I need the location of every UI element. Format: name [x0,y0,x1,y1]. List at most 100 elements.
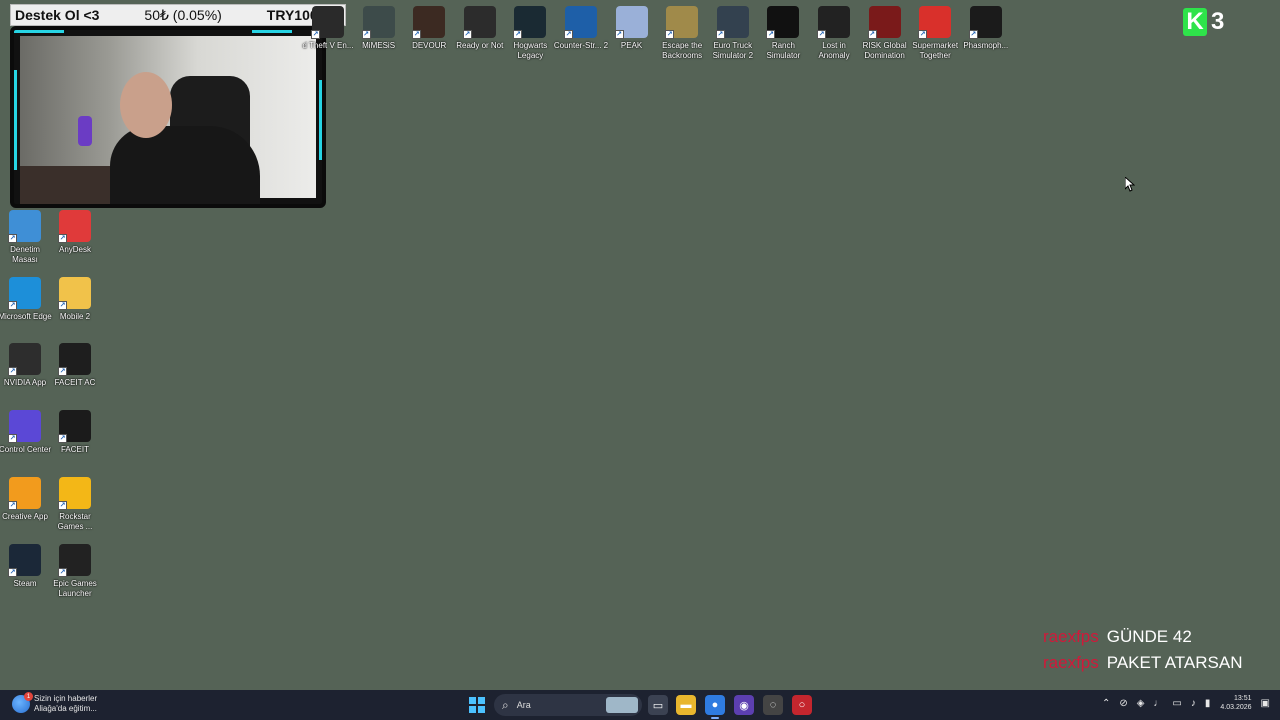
channel-logo: K 3 [1183,8,1224,36]
taskbar: 1 Sizin için haberler Aliağa'da eğitim..… [0,690,1280,720]
desktop-shortcut[interactable]: ↗ Counter-Str... 2 [554,6,608,51]
desktop-shortcut[interactable]: ↗ FACEIT AC [50,343,100,388]
desktop-shortcut-label: Hogwarts Legacy [513,41,548,60]
shortcut-arrow-icon: ↗ [311,30,320,39]
desktop-shortcut-label: NVIDIA App [3,378,47,388]
volume-icon[interactable]: ♪ [1191,698,1196,709]
desktop-shortcut[interactable]: ↗ MiMESiS [354,6,404,51]
discord-icon[interactable]: ◉ [734,695,754,715]
shortcut-arrow-icon: ↗ [715,30,725,39]
desktop-shortcut-label: Phasmoph... [963,41,1009,50]
news-subtitle: Aliağa'da eğitim... [34,704,97,713]
network-icon[interactable]: ⊘ [1119,698,1127,709]
webcam-feed [20,36,316,204]
desktop-shortcut[interactable]: ↗ Epic Games Launcher [50,543,100,599]
clock[interactable]: 13:51 4.03.2026 [1220,694,1251,712]
shortcut-arrow-icon: ↗ [361,30,371,39]
shortcut-arrow-icon: ↗ [58,300,67,310]
desktop-shortcut-label: d Theft V En... [302,41,354,50]
desktop-shortcut[interactable]: ↗ Microsoft Edge [0,276,52,322]
shortcut-arrow-icon: ↗ [8,500,17,510]
desktop-shortcut-label: Rockstar Games ... [57,511,93,531]
donation-progress-text: 50₺ (0.05%) [144,6,222,23]
desktop-shortcut[interactable]: ↗ Phasmoph... [961,6,1011,51]
shortcut-arrow-icon: ↗ [8,434,17,444]
shortcut-arrow-icon: ↗ [867,30,877,39]
desktop-shortcut[interactable]: ↗ FACEIT [50,410,100,455]
desktop-shortcut[interactable]: ↗ d Theft V En... [302,6,354,51]
shortcut-arrow-icon: ↗ [58,567,67,577]
desktop-shortcut-label: Escape the Backrooms [662,41,703,60]
desktop-shortcut-label: Supermarket Together [912,41,959,60]
taskbar-search[interactable]: ⌕ Ara [494,694,642,716]
logo-letter: K [1183,8,1207,36]
chrome-icon[interactable]: ● [705,695,725,719]
desktop-shortcut[interactable]: ↗ Control Center [0,410,52,455]
desktop-shortcut[interactable]: ↗ Ready or Not [455,6,505,51]
battery-icon[interactable]: ▮ [1205,698,1211,709]
desktop-shortcut[interactable]: ↗ AnyDesk [50,210,100,255]
notifications-icon[interactable]: ▣ [1261,698,1270,709]
desktop-shortcut-label: Epic Games Launcher [53,578,97,598]
notification-badge: 1 [24,692,33,701]
creative-app-icon: ↗ [8,476,41,510]
clock-time: 13:51 [1234,695,1252,702]
desktop-shortcut-label: Ranch Simulator [766,41,801,60]
desktop-shortcut[interactable]: ↗ PEAK [607,6,657,51]
desktop-shortcut[interactable]: ↗ DEVOUR [404,6,454,51]
search-placeholder: Ara [516,700,531,710]
counter-strike-icon: ↗ [564,6,597,39]
task-view-icon[interactable]: ▭ [648,695,668,715]
display-icon[interactable]: ▭ [1172,698,1181,709]
shortcut-arrow-icon: ↗ [8,367,17,377]
desktop-shortcut[interactable]: ↗ Euro Truck Simulator 2 [708,6,758,61]
desktop-shortcut[interactable]: ↗ Rockstar Games ... [50,476,100,532]
system-tray: ⌃ ⊘ ◈ ♩ ▭ ♪ ▮ 13:51 4.03.2026 ▣ [1093,694,1270,712]
desktop-shortcut-label: Denetim Masası [10,245,40,264]
record-app-icon[interactable]: ○ [792,695,812,715]
shortcut-arrow-icon: ↗ [462,30,472,39]
news-widget[interactable]: 1 Sizin için haberler Aliağa'da eğitim..… [12,692,97,714]
app-icon[interactable]: ◌ [763,695,783,715]
devour-icon: ↗ [412,6,446,39]
news-weather-icon: 1 [12,692,33,713]
desktop-shortcut-label: RISK Global Domination [862,41,907,60]
escape-backrooms-icon: ↗ [665,6,699,39]
shortcut-arrow-icon: ↗ [918,30,928,39]
phasmophobia-icon: ↗ [968,6,1002,39]
desktop-shortcut-label: Control Center [0,445,52,455]
lost-in-anomaly-icon: ↗ [817,6,850,39]
desktop-shortcut[interactable]: ↗ NVIDIA App [0,343,50,388]
desktop-shortcut[interactable]: ↗ Hogwarts Legacy [505,6,555,61]
desktop-shortcut[interactable]: ↗ Steam [0,543,50,589]
desktop-shortcut[interactable]: ↗ Mobile 2 [50,276,100,322]
desktop-shortcut[interactable]: ↗ Denetim Masası [0,210,50,265]
start-button[interactable] [469,697,485,713]
desktop-shortcut[interactable]: ↗ Lost in Anomaly [809,6,859,61]
desktop-shortcut[interactable]: ↗ Ranch Simulator [758,6,808,61]
shortcut-arrow-icon: ↗ [614,30,624,39]
desktop-shortcut-label: Steam [13,578,37,588]
file-explorer-icon[interactable]: ▬ [676,695,696,715]
gta-icon: ↗ [311,6,344,39]
desktop-shortcut[interactable]: ↗ Supermarket Together [910,6,960,61]
folder-icon: ↗ [58,276,91,310]
desktop-shortcut-label: PEAK [620,41,643,50]
shortcut-arrow-icon: ↗ [817,30,826,39]
desktop-shortcut-label: AnyDesk [58,245,91,254]
desktop-shortcut[interactable]: ↗ RISK Global Domination [860,6,910,61]
shortcut-arrow-icon: ↗ [8,234,17,243]
peak-icon: ↗ [614,6,648,39]
desktop-shortcut[interactable]: ↗ Creative App [0,476,50,522]
desktop-shortcut[interactable]: ↗ Escape the Backrooms [657,6,707,61]
shortcut-arrow-icon: ↗ [412,30,422,39]
logo-number: 3 [1211,8,1225,35]
shortcut-arrow-icon: ↗ [564,30,573,39]
search-highlight-image [606,697,638,713]
desktop-shortcut-label: FACEIT [60,445,89,455]
microphone-icon[interactable]: ♩ [1153,698,1163,709]
chevron-up-icon[interactable]: ⌃ [1102,698,1110,709]
shortcut-arrow-icon: ↗ [8,300,17,310]
shield-icon[interactable]: ◈ [1137,698,1145,709]
mouse-cursor-icon [1125,177,1135,192]
